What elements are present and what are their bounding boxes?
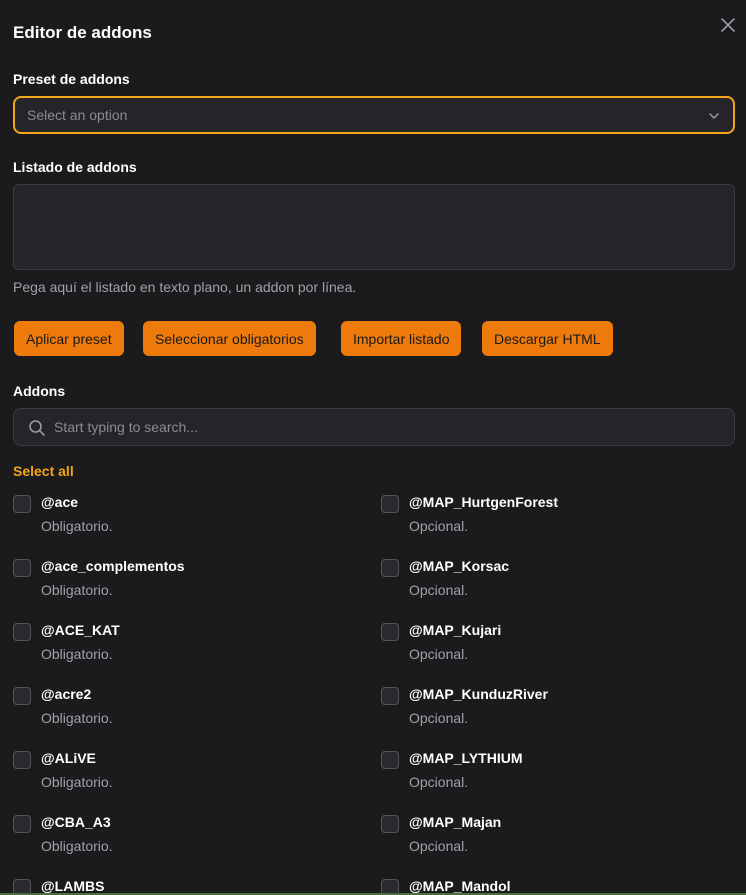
- addon-name: @acre2: [41, 686, 92, 702]
- search-input[interactable]: [54, 409, 724, 445]
- addon-name: @MAP_LYTHIUM: [409, 750, 523, 766]
- addon-name: @ace_complementos: [41, 558, 185, 574]
- addon-description: Opcional.: [409, 838, 469, 854]
- addon-description: Obligatorio.: [41, 774, 113, 790]
- addon-checkbox[interactable]: [381, 623, 399, 641]
- addon-description: Opcional.: [409, 710, 469, 726]
- addon-name: @ALiVE: [41, 750, 96, 766]
- addon-description: Opcional.: [409, 646, 469, 662]
- preset-select[interactable]: Select an option: [13, 96, 735, 134]
- addon-item[interactable]: @acre2 Obligatorio.: [13, 686, 353, 736]
- addon-name: @ace: [41, 494, 79, 510]
- addon-checkbox[interactable]: [13, 495, 31, 513]
- addon-item[interactable]: @CBA_A3 Obligatorio.: [13, 814, 353, 864]
- close-button[interactable]: [719, 16, 737, 34]
- addon-name: @MAP_HurtgenForest: [409, 494, 558, 510]
- addon-item[interactable]: @MAP_KunduzRiver Opcional.: [381, 686, 721, 736]
- addon-item[interactable]: @ace_complementos Obligatorio.: [13, 558, 353, 608]
- addon-checkbox[interactable]: [381, 495, 399, 513]
- preset-select-placeholder: Select an option: [27, 107, 128, 123]
- apply-preset-button[interactable]: Aplicar preset: [14, 321, 124, 356]
- addon-item[interactable]: @MAP_Korsac Opcional.: [381, 558, 721, 608]
- list-helper-text: Pega aquí el listado en texto plano, un …: [13, 279, 357, 295]
- addon-search: [13, 408, 735, 446]
- addon-name: @MAP_Mandol: [409, 878, 511, 894]
- addon-item[interactable]: @MAP_Kujari Opcional.: [381, 622, 721, 672]
- import-list-button[interactable]: Importar listado: [341, 321, 462, 356]
- addon-checkbox[interactable]: [13, 815, 31, 833]
- select-required-button[interactable]: Seleccionar obligatorios: [143, 321, 316, 356]
- addon-description: Obligatorio.: [41, 646, 113, 662]
- addon-item[interactable]: @MAP_HurtgenForest Opcional.: [381, 494, 721, 544]
- addons-label: Addons: [13, 383, 66, 399]
- addon-name: @MAP_Kujari: [409, 622, 502, 638]
- addon-name: @MAP_Korsac: [409, 558, 510, 574]
- preset-label: Preset de addons: [13, 71, 130, 87]
- close-icon: [721, 18, 735, 32]
- addon-item[interactable]: @ACE_KAT Obligatorio.: [13, 622, 353, 672]
- addon-item[interactable]: @MAP_Majan Opcional.: [381, 814, 721, 864]
- addon-description: Obligatorio.: [41, 582, 113, 598]
- addon-checkbox[interactable]: [13, 687, 31, 705]
- addon-description: Opcional.: [409, 518, 469, 534]
- addon-item[interactable]: @ace Obligatorio.: [13, 494, 353, 544]
- addon-checkbox[interactable]: [381, 559, 399, 577]
- addon-editor-modal: Editor de addons Preset de addons Select…: [0, 0, 746, 895]
- search-icon: [29, 420, 45, 436]
- addon-item[interactable]: @MAP_LYTHIUM Opcional.: [381, 750, 721, 800]
- chevron-down-icon: [709, 113, 719, 119]
- modal-title: Editor de addons: [13, 23, 152, 42]
- addon-checkbox[interactable]: [13, 623, 31, 641]
- addon-checkbox[interactable]: [13, 559, 31, 577]
- addon-name: @LAMBS: [41, 878, 105, 894]
- addon-description: Opcional.: [409, 582, 469, 598]
- list-label: Listado de addons: [13, 159, 137, 175]
- addon-name: @ACE_KAT: [41, 622, 120, 638]
- addon-item[interactable]: @ALiVE Obligatorio.: [13, 750, 353, 800]
- addon-name: @MAP_KunduzRiver: [409, 686, 548, 702]
- addon-checkbox[interactable]: [381, 687, 399, 705]
- download-html-button[interactable]: Descargar HTML: [482, 321, 613, 356]
- addon-checkbox[interactable]: [381, 815, 399, 833]
- addon-name: @CBA_A3: [41, 814, 111, 830]
- addon-checkbox[interactable]: [13, 751, 31, 769]
- addon-description: Obligatorio.: [41, 838, 113, 854]
- addon-name: @MAP_Majan: [409, 814, 502, 830]
- select-all-link[interactable]: Select all: [13, 463, 74, 479]
- addon-description: Obligatorio.: [41, 518, 113, 534]
- addon-checkbox[interactable]: [381, 751, 399, 769]
- addon-description: Obligatorio.: [41, 710, 113, 726]
- addon-description: Opcional.: [409, 774, 469, 790]
- addon-list-textarea[interactable]: [13, 184, 735, 270]
